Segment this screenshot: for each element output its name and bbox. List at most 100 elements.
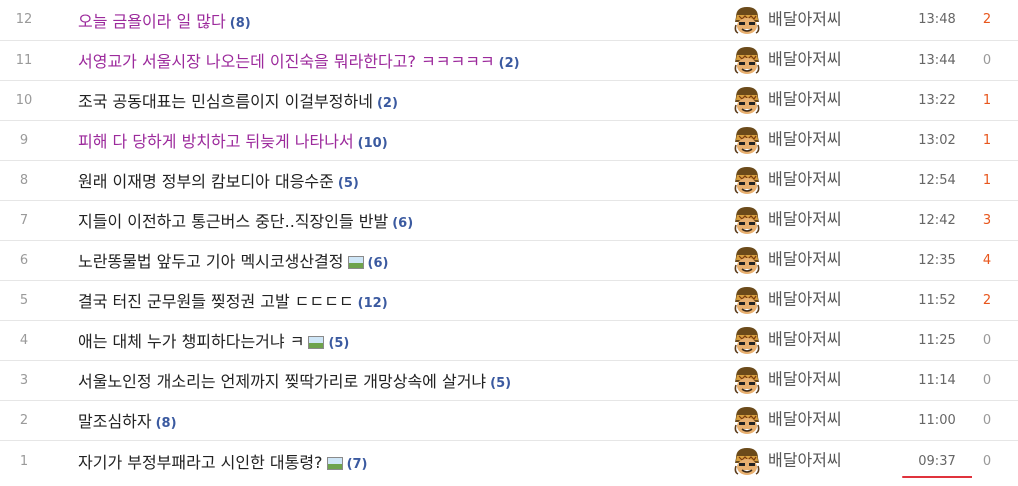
post-title-link[interactable]: 조국 공동대표는 민심흐름이지 이걸부정하네 (78, 92, 373, 111)
post-title-link[interactable]: 애는 대체 누가 챙피하다는거냐 ㅋ (78, 332, 304, 351)
author-name: 배달아저씨 (768, 169, 842, 189)
post-time: 13:22 (902, 80, 972, 120)
author-cell[interactable]: 배달아저씨 (728, 80, 902, 120)
post-title-link[interactable]: 서영교가 서울시장 나오는데 이진숙을 뭐라한다고? ㅋㅋㅋㅋㅋ (78, 52, 495, 71)
post-time-text: 11:00 (918, 412, 956, 428)
author-cell[interactable]: 배달아저씨 (728, 120, 902, 160)
comment-count[interactable]: (8) (230, 16, 251, 31)
row-padding (1002, 80, 1018, 120)
row-padding (1002, 40, 1018, 80)
post-time: 11:14 (902, 360, 972, 400)
post-time: 12:54 (902, 160, 972, 200)
recommend-count: 0 (982, 332, 992, 348)
post-time: 11:52 (902, 280, 972, 320)
comment-count[interactable]: (8) (156, 416, 177, 431)
post-number: 12 (15, 12, 33, 28)
author-name: 배달아저씨 (768, 49, 842, 69)
author-cell[interactable]: 배달아저씨 (728, 280, 902, 320)
image-attachment-icon (347, 256, 364, 269)
post-title-cell: 원래 이재명 정부의 캄보디아 대응수준 (5) (48, 160, 728, 200)
author-name: 배달아저씨 (768, 450, 842, 470)
comment-count[interactable]: (2) (499, 56, 520, 71)
comment-count[interactable]: (12) (358, 296, 388, 311)
post-number: 11 (15, 52, 33, 68)
post-row: 8 원래 이재명 정부의 캄보디아 대응수준 (5) 배달아저씨 12:54 1 (0, 160, 1018, 200)
author-name: 배달아저씨 (768, 369, 842, 389)
post-title-link[interactable]: 결국 터진 군무원들 찢정권 고발 ㄷㄷㄷㄷ (78, 292, 354, 311)
author-cell[interactable]: 배달아저씨 (728, 240, 902, 280)
post-title-link[interactable]: 원래 이재명 정부의 캄보디아 대응수준 (78, 172, 334, 191)
recommend-count: 2 (982, 12, 992, 28)
post-row: 12 오늘 금욜이라 일 많다 (8) 배달아저씨 13:48 2 (0, 0, 1018, 40)
recommend-count: 0 (982, 52, 992, 68)
comment-count[interactable]: (7) (347, 457, 368, 472)
recommend-count: 1 (982, 132, 992, 148)
post-time: 13:48 (902, 0, 972, 40)
author-name: 배달아저씨 (768, 89, 842, 109)
recommend-count: 3 (982, 212, 992, 228)
recommend-count: 0 (982, 412, 992, 428)
post-time: 13:02 (902, 120, 972, 160)
row-padding (1002, 280, 1018, 320)
post-row: 7 지들이 이전하고 통근버스 중단..직장인들 반발 (6) 배달아저씨 12:… (0, 200, 1018, 240)
post-row: 1 자기가 부정부패라고 시인한 대통령? (7) 배달아저씨 09:37 0 (0, 440, 1018, 482)
post-title-link[interactable]: 지들이 이전하고 통근버스 중단..직장인들 반발 (78, 212, 388, 231)
recommend-count: 0 (982, 453, 992, 469)
author-cell[interactable]: 배달아저씨 (728, 440, 902, 482)
author-cell[interactable]: 배달아저씨 (728, 200, 902, 240)
post-title-link[interactable]: 노란똥물법 앞두고 기아 멕시코생산결정 (78, 252, 344, 271)
comment-count[interactable]: (10) (358, 136, 388, 151)
author-name: 배달아저씨 (768, 249, 842, 269)
post-title-link[interactable]: 말조심하자 (78, 412, 152, 431)
avatar-icon (732, 205, 762, 235)
author-cell[interactable]: 배달아저씨 (728, 40, 902, 80)
post-title-link[interactable]: 피해 다 당하게 방치하고 뒤늦게 나타나서 (78, 132, 354, 151)
comment-count[interactable]: (5) (328, 336, 349, 351)
post-title-cell: 서울노인정 개소리는 언제까지 찢딱가리로 개망상속에 살거냐 (5) (48, 360, 728, 400)
post-title-link[interactable]: 자기가 부정부패라고 시인한 대통령? (78, 453, 323, 472)
post-row: 3 서울노인정 개소리는 언제까지 찢딱가리로 개망상속에 살거냐 (5) 배달아… (0, 360, 1018, 400)
post-row: 10 조국 공동대표는 민심흐름이지 이걸부정하네 (2) 배달아저씨 13:22… (0, 80, 1018, 120)
post-time-text: 09:37 (918, 453, 956, 469)
comment-count[interactable]: (5) (338, 176, 359, 191)
post-time-text: 13:44 (918, 52, 956, 68)
post-title-cell: 말조심하자 (8) (48, 400, 728, 440)
post-title-link[interactable]: 서울노인정 개소리는 언제까지 찢딱가리로 개망상속에 살거냐 (78, 372, 486, 391)
author-name: 배달아저씨 (768, 129, 842, 149)
post-number: 9 (19, 132, 29, 148)
recommend-count: 0 (982, 372, 992, 388)
author-cell[interactable]: 배달아저씨 (728, 320, 902, 360)
comment-count[interactable]: (2) (377, 96, 398, 111)
post-title-cell: 애는 대체 누가 챙피하다는거냐 ㅋ (5) (48, 320, 728, 360)
comment-count[interactable]: (6) (392, 216, 413, 231)
avatar-icon (732, 285, 762, 315)
author-name: 배달아저씨 (768, 209, 842, 229)
recommend-count: 2 (982, 292, 992, 308)
post-row: 2 말조심하자 (8) 배달아저씨 11:00 0 (0, 400, 1018, 440)
post-row: 6 노란똥물법 앞두고 기아 멕시코생산결정 (6) 배달아저씨 12:35 4 (0, 240, 1018, 280)
author-cell[interactable]: 배달아저씨 (728, 400, 902, 440)
author-name: 배달아저씨 (768, 409, 842, 429)
author-name: 배달아저씨 (768, 9, 842, 29)
author-cell[interactable]: 배달아저씨 (728, 360, 902, 400)
post-row: 4 애는 대체 누가 챙피하다는거냐 ㅋ (5) 배달아저씨 11:25 0 (0, 320, 1018, 360)
author-name: 배달아저씨 (768, 329, 842, 349)
avatar-icon (732, 165, 762, 195)
post-time-text: 11:25 (918, 332, 956, 348)
comment-count[interactable]: (5) (490, 376, 511, 391)
author-cell[interactable]: 배달아저씨 (728, 0, 902, 40)
row-padding (1002, 400, 1018, 440)
post-number: 10 (15, 92, 33, 108)
post-title-cell: 서영교가 서울시장 나오는데 이진숙을 뭐라한다고? ㅋㅋㅋㅋㅋ (2) (48, 40, 728, 80)
post-time-text: 12:42 (918, 212, 956, 228)
author-cell[interactable]: 배달아저씨 (728, 160, 902, 200)
post-title-link[interactable]: 오늘 금욜이라 일 많다 (78, 12, 226, 31)
row-padding (1002, 0, 1018, 40)
post-row: 11 서영교가 서울시장 나오는데 이진숙을 뭐라한다고? ㅋㅋㅋㅋㅋ (2) 배… (0, 40, 1018, 80)
post-time: 11:25 (902, 320, 972, 360)
recommend-count: 4 (982, 252, 992, 268)
post-time-text: 13:02 (918, 132, 956, 148)
post-time: 11:00 (902, 400, 972, 440)
recommend-count: 1 (982, 172, 992, 188)
comment-count[interactable]: (6) (368, 256, 389, 271)
